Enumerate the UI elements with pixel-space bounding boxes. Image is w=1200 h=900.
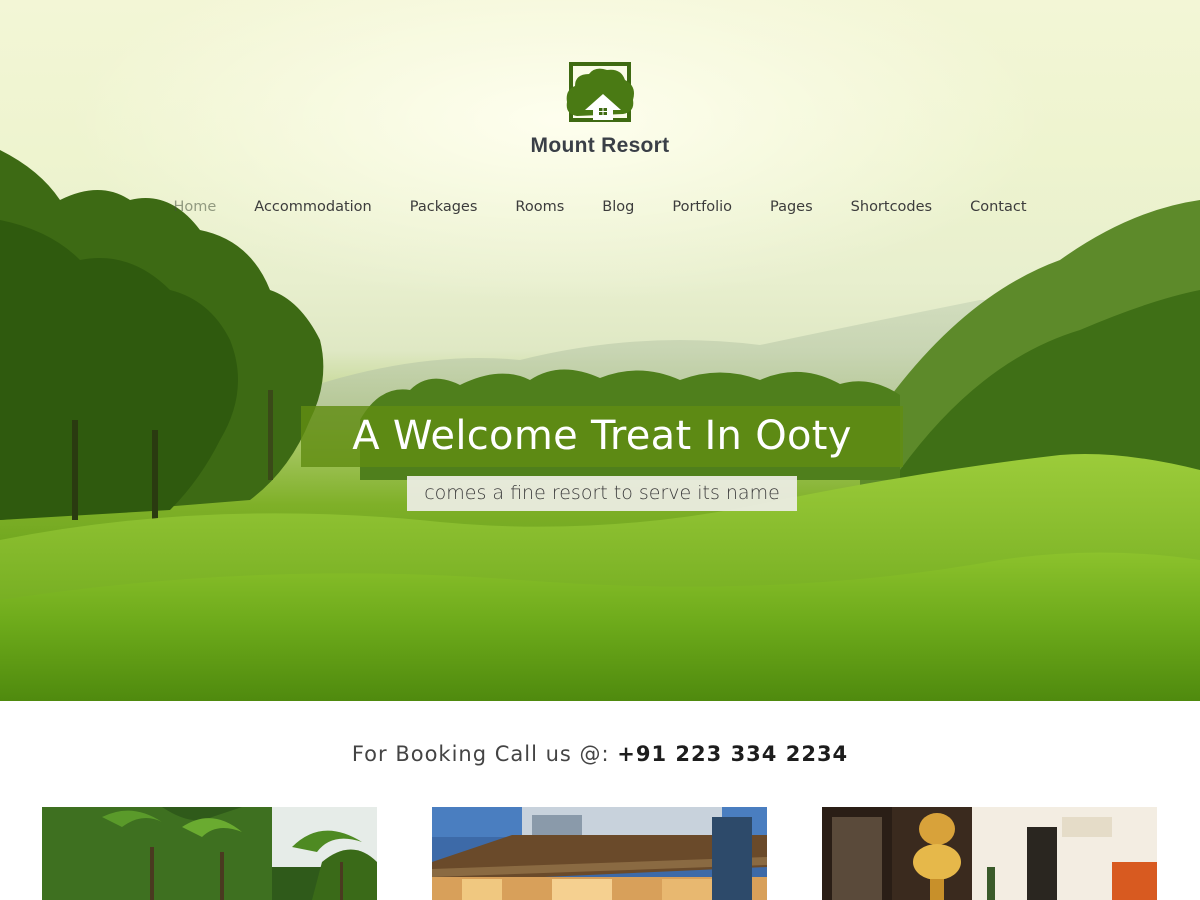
nav-item-rooms[interactable]: Rooms (515, 196, 564, 218)
nav-item-accommodation[interactable]: Accommodation (254, 196, 371, 218)
hero-title: A Welcome Treat In Ooty (301, 406, 903, 467)
nav-item-blog[interactable]: Blog (602, 196, 634, 218)
booking-label: For Booking Call us @: (351, 742, 618, 766)
booking-callout: For Booking Call us @: +91 223 334 2234 (0, 742, 1200, 766)
hero-banner: Mount Resort Home Accommodation Packages… (0, 0, 1200, 701)
nav-item-pages[interactable]: Pages (770, 196, 813, 218)
card-palm-trees[interactable] (42, 807, 377, 900)
nav-item-portfolio[interactable]: Portfolio (672, 196, 732, 218)
house-tree-icon (566, 62, 634, 122)
nav-item-shortcodes[interactable]: Shortcodes (851, 196, 932, 218)
nav-item-home[interactable]: Home (173, 196, 216, 218)
site-name: Mount Resort (530, 134, 670, 157)
hero-subtitle: comes a fine resort to serve its name (407, 476, 797, 511)
card-hotel-lobby[interactable] (822, 807, 1157, 900)
nav-item-packages[interactable]: Packages (410, 196, 478, 218)
site-logo[interactable]: Mount Resort (520, 60, 680, 158)
booking-phone[interactable]: +91 223 334 2234 (617, 742, 848, 766)
nav-item-contact[interactable]: Contact (970, 196, 1026, 218)
palm-trees-photo (42, 807, 377, 900)
hotel-lobby-photo (822, 807, 1157, 900)
main-navigation: Home Accommodation Packages Rooms Blog P… (0, 196, 1200, 218)
card-resort-building[interactable] (432, 807, 767, 900)
resort-building-photo (432, 807, 767, 900)
